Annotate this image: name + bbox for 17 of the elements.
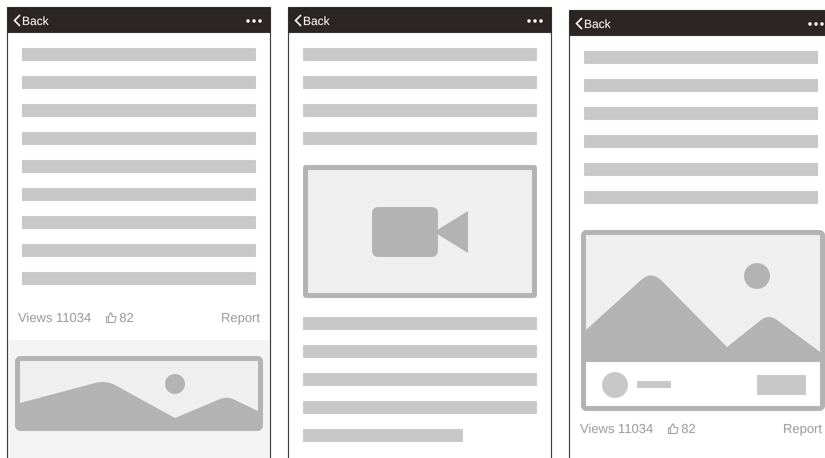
back-button[interactable]: Back xyxy=(22,12,49,30)
more-icon[interactable] xyxy=(527,18,543,22)
thumbs-up-icon xyxy=(105,312,118,324)
back-chevron-icon[interactable] xyxy=(13,14,21,27)
more-icon[interactable] xyxy=(808,22,824,26)
back-chevron-icon[interactable] xyxy=(294,14,302,27)
likes-count: 82 xyxy=(119,309,134,328)
views-count: Views 11034 xyxy=(580,420,654,438)
views-count: Views 11034 xyxy=(18,309,92,328)
back-button[interactable]: Back xyxy=(584,14,611,32)
more-icon[interactable] xyxy=(246,18,262,22)
back-button[interactable]: Back xyxy=(303,12,330,30)
thumbs-up-icon xyxy=(667,423,680,435)
back-chevron-icon[interactable] xyxy=(575,17,583,30)
video-camera-icon xyxy=(372,206,468,256)
image-placeholder-icon xyxy=(15,356,263,431)
likes-count: 82 xyxy=(681,420,696,438)
